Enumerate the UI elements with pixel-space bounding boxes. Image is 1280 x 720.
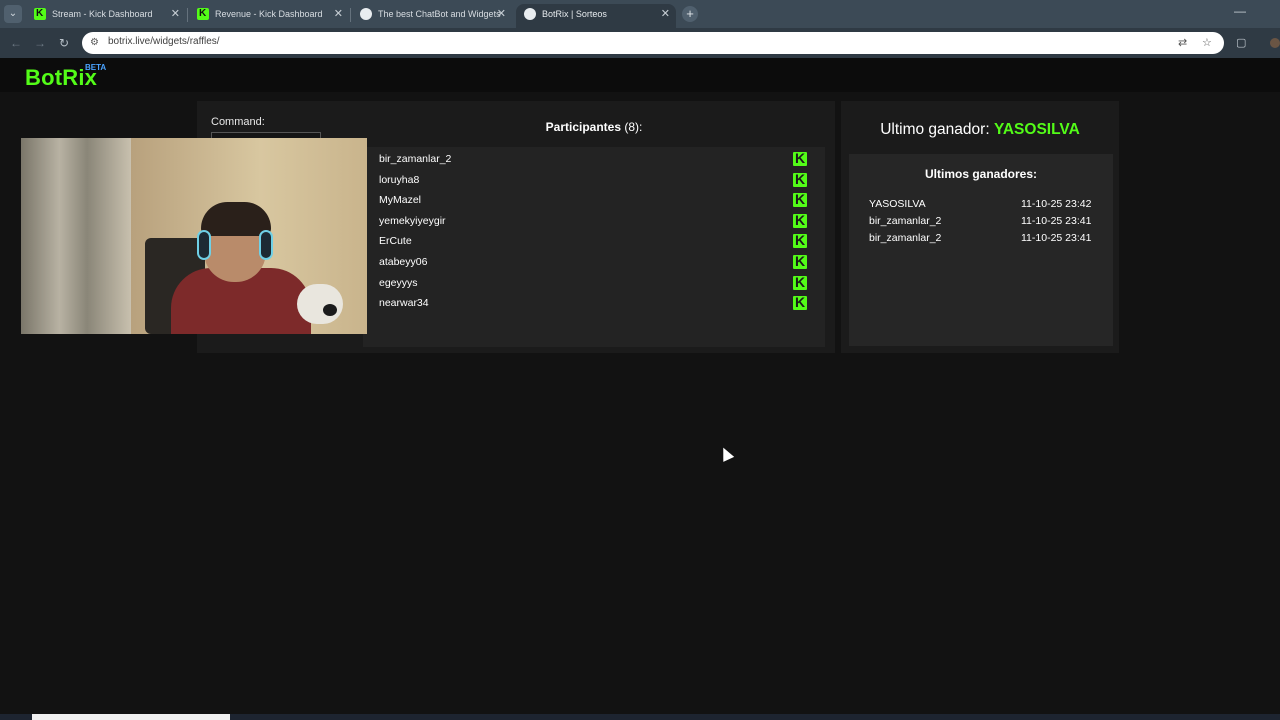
recent-winners-title: Ultimos ganadores: (924, 167, 1038, 181)
winner-name: bir_zamanlar_2 (869, 215, 942, 227)
participant-name: ErCute (379, 235, 412, 247)
translate-icon[interactable]: ⇄ (1178, 36, 1187, 49)
new-tab-button[interactable]: + (682, 6, 698, 22)
minimize-window-icon[interactable]: — (1234, 4, 1246, 18)
headset-icon (197, 230, 211, 260)
participant-name: loruyha8 (379, 174, 420, 186)
kick-icon (793, 212, 807, 228)
globe-icon (360, 8, 372, 20)
url-text: botrix.live/widgets/raffles/ (108, 36, 220, 47)
winner-name: bir_zamanlar_2 (869, 232, 942, 244)
participant-name: egeyyys (379, 277, 418, 289)
tab-title: The best ChatBot and Widgets (378, 9, 501, 19)
browser-toolbar: ← → ↻ ⚙ botrix.live/widgets/raffles/ ⇄ ☆… (0, 28, 1280, 58)
command-label: Command: (211, 116, 265, 128)
tab-revenue-dashboard[interactable]: Revenue - Kick Dashboard ✕ (189, 4, 349, 28)
site-info-icon[interactable]: ⚙ (90, 37, 102, 49)
participants-count: (8): (624, 120, 643, 134)
beta-badge: BETA (85, 63, 107, 72)
webcam-curtain (21, 138, 131, 334)
globe-icon (524, 8, 536, 20)
tab-title: Revenue - Kick Dashboard (215, 9, 323, 19)
kick-icon (34, 4, 46, 24)
participant-name: MyMazel (379, 194, 422, 206)
kick-icon (793, 253, 807, 269)
webcam-overlay (21, 138, 367, 334)
close-icon[interactable]: ✕ (661, 4, 670, 24)
address-bar[interactable]: ⚙ botrix.live/widgets/raffles/ ⇄ ☆ (82, 32, 1224, 54)
site-header: BotRix BETA (0, 58, 1280, 92)
taskbar-search-box[interactable] (32, 714, 230, 720)
last-winner-heading: Ultimo ganador: YASOSILVA (841, 121, 1119, 139)
kick-icon (793, 274, 807, 290)
tab-search-chevron-icon[interactable]: ⌄ (4, 5, 22, 23)
participant-name: nearwar34 (379, 297, 429, 309)
recent-winners-list (849, 154, 1113, 346)
tab-title: Stream - Kick Dashboard (52, 9, 153, 19)
tab-botrix-home[interactable]: The best ChatBot and Widgets ✕ (352, 4, 512, 28)
participant-name: bir_zamanlar_2 (379, 153, 452, 165)
kick-icon (197, 4, 209, 24)
kick-icon (793, 171, 807, 187)
tab-stream-dashboard[interactable]: Stream - Kick Dashboard ✕ (26, 4, 186, 28)
last-winner-label: Ultimo ganador: (880, 121, 990, 138)
participants-title: Participantes (8): (363, 120, 825, 134)
participants-list (363, 147, 825, 347)
os-taskbar (0, 714, 1280, 720)
extensions-icon[interactable]: ▢ (1236, 36, 1246, 49)
browser-tab-strip: ⌄ Stream - Kick Dashboard ✕ Revenue - Ki… (0, 0, 1280, 28)
tab-separator (187, 8, 188, 22)
kick-icon (793, 294, 807, 310)
reload-icon[interactable]: ↻ (59, 36, 69, 50)
winner-time: 11-10-25 23:42 (1021, 198, 1092, 210)
headset-icon (259, 230, 273, 260)
participant-name: atabeyy06 (379, 256, 428, 268)
close-icon[interactable]: ✕ (497, 4, 506, 24)
bookmark-star-icon[interactable]: ☆ (1202, 36, 1212, 49)
kick-icon (793, 150, 807, 166)
close-icon[interactable]: ✕ (171, 4, 180, 24)
kick-icon (793, 191, 807, 207)
panda-plush (297, 284, 343, 324)
winner-time: 11-10-25 23:41 (1021, 232, 1092, 244)
back-arrow-icon[interactable]: ← (10, 36, 22, 50)
last-winner-name: YASOSILVA (993, 121, 1080, 138)
winner-time: 11-10-25 23:41 (1021, 215, 1092, 227)
tab-title: BotRix | Sorteos (542, 9, 607, 19)
winner-name: YASOSILVA (869, 198, 926, 210)
forward-arrow-icon[interactable]: → (34, 36, 46, 50)
tab-separator (350, 8, 351, 22)
participants-label: Participantes (545, 120, 622, 134)
tab-botrix-raffles[interactable]: BotRix | Sorteos ✕ (516, 4, 676, 28)
participant-name: yemekyiyeygir (379, 215, 446, 227)
close-icon[interactable]: ✕ (334, 4, 343, 24)
mouse-cursor-icon (717, 445, 735, 462)
profile-avatar[interactable] (1270, 38, 1280, 48)
kick-icon (793, 232, 807, 248)
